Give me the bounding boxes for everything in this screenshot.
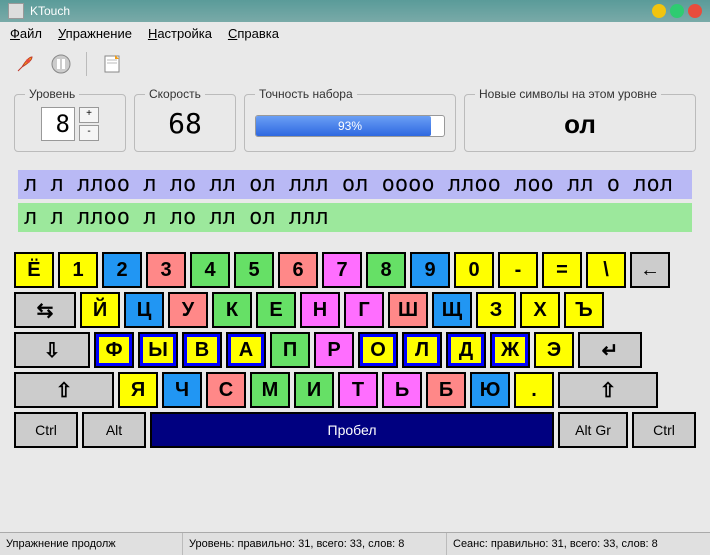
level-label: Уровень [25,87,79,101]
key-2[interactable]: 2 [102,252,142,288]
key-enter[interactable]: ↵ [578,332,642,368]
accuracy-value: 93% [256,116,444,136]
key-х[interactable]: Х [520,292,560,328]
key-6[interactable]: 6 [278,252,318,288]
key-lshift[interactable]: ⇧ [14,372,114,408]
key-tab[interactable]: ⇆ [14,292,76,328]
key-н[interactable]: Н [300,292,340,328]
statusbar: Упражнение продолж Уровень: правильно: 3… [0,532,710,555]
key-г[interactable]: Г [344,292,384,328]
key-equals[interactable]: = [542,252,582,288]
key-а[interactable]: А [226,332,266,368]
newchars-value: ол [475,107,685,141]
key-м[interactable]: М [250,372,290,408]
newchars-group: Новые символы на этом уровне ол [464,87,696,152]
pause-icon[interactable] [46,49,76,79]
key-к[interactable]: К [212,292,252,328]
key-ш[interactable]: Ш [388,292,428,328]
key-т[interactable]: Т [338,372,378,408]
speed-label: Скорость [145,87,205,101]
key-э[interactable]: Э [534,332,574,368]
key-minus[interactable]: - [498,252,538,288]
app-icon [8,3,24,19]
keyboard: Ё1234567890-=\← ⇆ЙЦУКЕНГШЩЗХЪ ⇩ФЫВАПРОЛД… [0,246,710,462]
rocket-icon[interactable] [10,49,40,79]
key-в[interactable]: В [182,332,222,368]
key-8[interactable]: 8 [366,252,406,288]
key-period[interactable]: . [514,372,554,408]
accuracy-label: Точность набора [255,87,357,101]
key-ц[interactable]: Ц [124,292,164,328]
key-ъ[interactable]: Ъ [564,292,604,328]
key-0[interactable]: 0 [454,252,494,288]
target-text: л л ллоо л ло лл ол ллл ол оооо ллоо лоо… [18,170,692,199]
key-ф[interactable]: Ф [94,332,134,368]
key-7[interactable]: 7 [322,252,362,288]
titlebar: KTouch [0,0,710,22]
key-backspace[interactable]: ← [630,252,670,288]
key-р[interactable]: Р [314,332,354,368]
minimize-button[interactable] [652,4,666,18]
accuracy-bar: 93% [255,115,445,137]
key-ж[interactable]: Ж [490,332,530,368]
key-lctrl[interactable]: Ctrl [14,412,78,448]
key-е[interactable]: Е [256,292,296,328]
menu-settings[interactable]: Настройка [148,26,212,41]
key-altgr[interactable]: Alt Gr [558,412,628,448]
key-б[interactable]: Б [426,372,466,408]
key-4[interactable]: 4 [190,252,230,288]
key-з[interactable]: З [476,292,516,328]
key-ы[interactable]: Ы [138,332,178,368]
toolbar [0,45,710,83]
window-title: KTouch [30,4,70,18]
key-й[interactable]: Й [80,292,120,328]
menu-file[interactable]: Файл [10,26,42,41]
status-session: Сеанс: правильно: 31, всего: 33, слов: 8 [447,533,710,555]
key-щ[interactable]: Щ [432,292,472,328]
key-ч[interactable]: Ч [162,372,202,408]
maximize-button[interactable] [670,4,684,18]
key-о[interactable]: О [358,332,398,368]
key-1[interactable]: 1 [58,252,98,288]
key-я[interactable]: Я [118,372,158,408]
key-3[interactable]: 3 [146,252,186,288]
status-level: Уровень: правильно: 31, всего: 33, слов:… [183,533,447,555]
newchars-label: Новые символы на этом уровне [475,87,661,101]
level-up-button[interactable]: + [79,107,99,123]
key-и[interactable]: И [294,372,334,408]
key-rshift[interactable]: ⇧ [558,372,658,408]
menu-help[interactable]: Справка [228,26,279,41]
key-capslock[interactable]: ⇩ [14,332,90,368]
level-down-button[interactable]: - [79,125,99,141]
key-с[interactable]: С [206,372,246,408]
key-yo[interactable]: Ё [14,252,54,288]
level-value: 8 [41,107,75,141]
key-ю[interactable]: Ю [470,372,510,408]
key-д[interactable]: Д [446,332,486,368]
accuracy-group: Точность набора 93% [244,87,456,152]
menu-exercise[interactable]: Упражнение [58,26,132,41]
typed-text: л л ллоо л ло лл ол ллл [18,203,692,232]
toolbar-divider [86,52,87,76]
key-rctrl[interactable]: Ctrl [632,412,696,448]
key-ь[interactable]: Ь [382,372,422,408]
document-icon[interactable] [97,49,127,79]
speed-value: 68 [145,107,225,141]
key-space[interactable]: Пробел [150,412,554,448]
close-button[interactable] [688,4,702,18]
key-backslash[interactable]: \ [586,252,626,288]
key-lalt[interactable]: Alt [82,412,146,448]
key-5[interactable]: 5 [234,252,274,288]
key-л[interactable]: Л [402,332,442,368]
key-9[interactable]: 9 [410,252,450,288]
speed-group: Скорость 68 [134,87,236,152]
status-exercise: Упражнение продолж [0,533,183,555]
key-у[interactable]: У [168,292,208,328]
level-group: Уровень 8 + - [14,87,126,152]
menubar: Файл Упражнение Настройка Справка [0,22,710,45]
key-п[interactable]: П [270,332,310,368]
